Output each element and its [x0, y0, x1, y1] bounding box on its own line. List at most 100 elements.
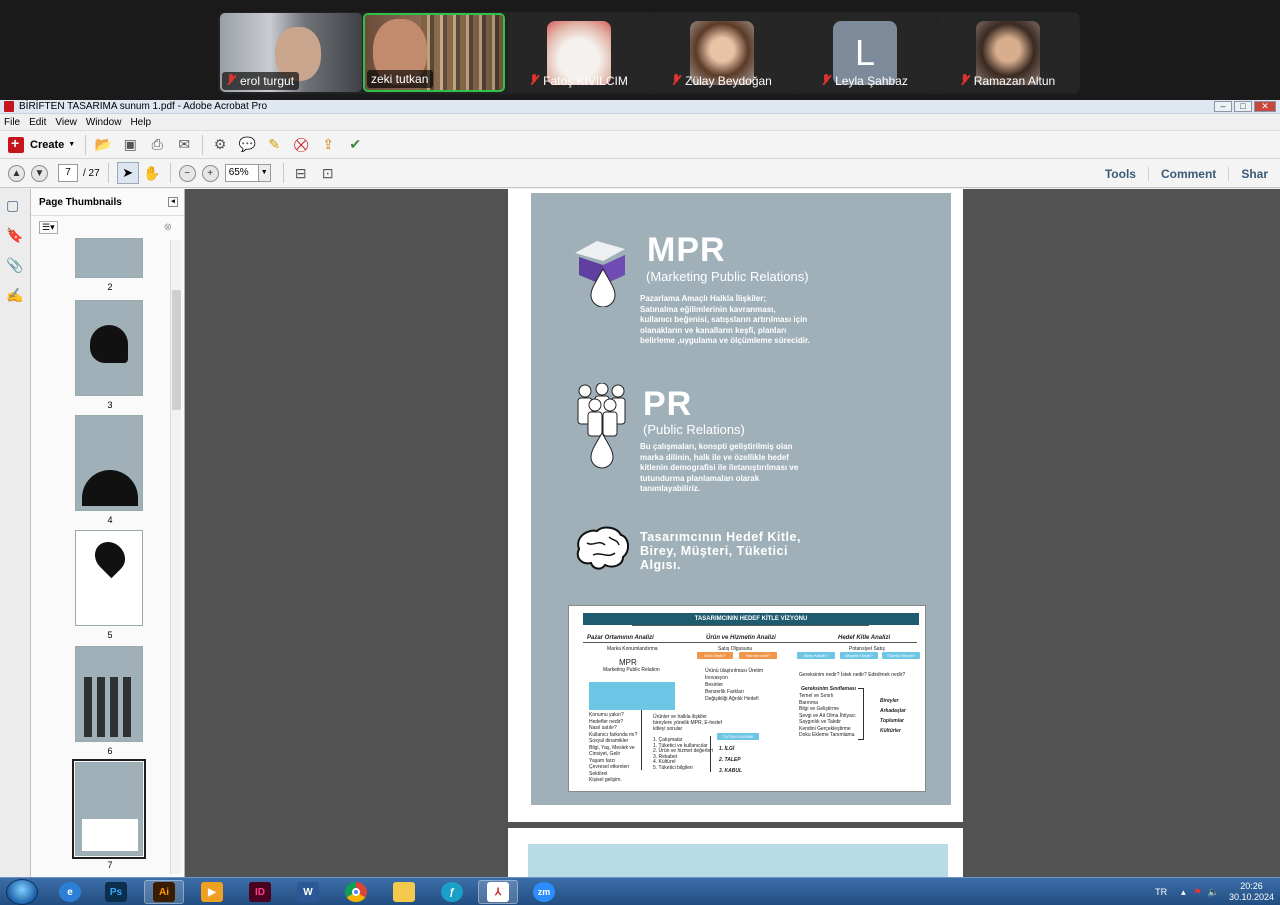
participant-tile[interactable]: Ramazan Altun [937, 13, 1079, 92]
participant-tile[interactable]: erol turgut [220, 13, 362, 92]
attachments-icon[interactable]: 📎 [6, 257, 24, 275]
participant-strip: erol turgut zeki tutkan Fatoş KIVILCIM Z… [218, 12, 1080, 94]
taskbar-zoom[interactable]: zm [524, 880, 564, 904]
menu-edit[interactable]: Edit [29, 117, 46, 128]
scrollbar-thumb[interactable] [172, 290, 181, 410]
muted-mic-icon [960, 74, 970, 86]
slide-content: MPR (Marketing Public Relations) Pazarla… [531, 193, 951, 805]
participant-tile-active-speaker[interactable]: zeki tutkan [363, 13, 505, 92]
thumbnails-scrollbar[interactable] [170, 240, 181, 874]
thumbnail-page-2[interactable]: 2 [75, 238, 143, 292]
next-page-button[interactable]: ▼ [31, 164, 48, 182]
separator [169, 163, 171, 183]
taskbar-indesign[interactable]: ID [240, 880, 280, 904]
col-pazar: Pazar Ortamının Analizi [587, 635, 654, 641]
participant-tile[interactable]: L Leyla Şahbaz [794, 13, 936, 92]
tab-share[interactable]: Shar [1228, 166, 1280, 181]
tab-tools[interactable]: Tools [1093, 167, 1148, 181]
pdf-delete-icon[interactable]: ⛒ [292, 136, 310, 154]
volume-icon[interactable]: 🔈 [1208, 887, 1219, 898]
participant-tile[interactable]: Zülay Beydoğan [651, 13, 793, 92]
pdf-export-icon[interactable]: ⇪ [319, 136, 337, 154]
pr-title: PR [643, 385, 693, 423]
open-folder-icon[interactable]: 📂 [94, 136, 112, 154]
pdf-sign-icon[interactable]: ✔ [346, 136, 364, 154]
save-icon[interactable]: ▣ [121, 136, 139, 154]
collapse-panel-icon[interactable]: ◂ [168, 197, 178, 207]
diagram-graphic [82, 819, 138, 851]
taskbar-ie[interactable]: e [50, 880, 90, 904]
highlight-icon[interactable]: ✎ [265, 136, 283, 154]
create-button[interactable]: Create ▼ [8, 135, 75, 153]
document-view[interactable]: MPR (Marketing Public Relations) Pazarla… [185, 189, 1280, 877]
mpr-title: MPR [647, 231, 726, 269]
thumbnail-page-3[interactable]: 3 [75, 300, 143, 410]
previous-page-button[interactable]: ▲ [8, 164, 25, 182]
taskbar-chrome[interactable] [336, 880, 376, 904]
signatures-icon[interactable]: ✍ [6, 287, 24, 305]
gear-icon[interactable]: ⚙ [211, 136, 229, 154]
select-tool-icon[interactable]: ➤ [116, 162, 139, 184]
menu-view[interactable]: View [55, 117, 77, 128]
zoom-level-input[interactable]: 65% [224, 164, 259, 182]
people-drop-icon [577, 383, 626, 469]
col-hedef: Hedef Kitle Analizi [838, 635, 891, 641]
thumbnail-page-5[interactable]: 5 [75, 530, 143, 640]
close-icon[interactable]: ⊗ [164, 222, 172, 233]
taskbar-app[interactable]: ƒ [432, 880, 472, 904]
muted-mic-icon [226, 74, 236, 86]
zoom-dropdown-button[interactable]: ▼ [258, 164, 271, 182]
taskbar-media-player[interactable]: ▶ [192, 880, 232, 904]
zoom-gallery-bar: erol turgut zeki tutkan Fatoş KIVILCIM Z… [0, 0, 1280, 100]
participant-name: Zülay Beydoğan [667, 72, 777, 90]
chrome-icon [345, 882, 367, 902]
window-controls: – □ ✕ [1214, 101, 1276, 112]
thumbnail-page-4[interactable]: 4 [75, 415, 143, 525]
pr-subtitle: (Public Relations) [643, 422, 745, 437]
fit-width-icon[interactable]: ⊡ [319, 164, 337, 182]
diagram-header: TASARIMCININ HEDEF KİTLE VİZYONU [583, 613, 919, 625]
email-icon[interactable]: ✉ [175, 136, 193, 154]
brain-icon [576, 526, 629, 570]
menu-file[interactable]: File [4, 117, 20, 128]
maximize-button[interactable]: □ [1234, 101, 1252, 112]
minimize-button[interactable]: – [1214, 101, 1232, 112]
pdf-page-8 [508, 828, 963, 877]
mid-heading: Ürünler ve halkla ilişkiler bireylere yö… [653, 714, 722, 732]
zoom-icon: zm [533, 882, 555, 902]
chip-urun: Ürün Nedir? [697, 652, 733, 659]
language-indicator[interactable]: TR [1155, 887, 1167, 897]
menu-window[interactable]: Window [86, 117, 122, 128]
taskbar-photoshop[interactable]: Ps [96, 880, 136, 904]
print-icon[interactable]: ⎙ [148, 136, 166, 154]
menu-help[interactable]: Help [130, 117, 151, 128]
taskbar-explorer[interactable] [384, 880, 424, 904]
bookmarks-icon[interactable]: 🔖 [6, 227, 24, 245]
zoom-out-button[interactable]: − [178, 164, 196, 182]
fit-page-icon[interactable]: ⊟ [292, 164, 310, 182]
zoom-in-button[interactable]: + [201, 164, 219, 182]
close-button[interactable]: ✕ [1254, 101, 1276, 112]
pr-description: Bu çalışmaları, konspti geliştirilmiş ol… [640, 442, 799, 493]
comment-icon[interactable]: 💬 [238, 136, 256, 154]
taskbar-illustrator[interactable]: Ai [144, 880, 184, 904]
tab-comment[interactable]: Comment [1147, 166, 1228, 181]
options-menu-icon[interactable]: ☰▾ [39, 220, 58, 234]
start-button[interactable] [6, 879, 38, 905]
pazar-list: Konumu yakın? Hedefler nedir? Nasıl satı… [589, 712, 638, 783]
clock[interactable]: 20:26 30.10.2024 [1229, 881, 1274, 903]
participant-name: Fatoş KIVILCIM [525, 72, 633, 90]
chrome-center [352, 888, 360, 896]
taskbar-acrobat[interactable]: ⅄ [478, 880, 518, 904]
hand-tool-icon[interactable]: ✋ [143, 164, 161, 182]
page-thumbnails-icon[interactable]: ▢ [6, 197, 24, 215]
taskbar-word[interactable]: W [288, 880, 328, 904]
network-icon[interactable]: ⚑ [1194, 887, 1202, 898]
page-total: / 27 [83, 167, 100, 179]
show-hidden-icons-icon[interactable]: ▴ [1181, 887, 1186, 898]
thumbnail-page-6[interactable]: 6 [75, 646, 143, 756]
page-number-input[interactable]: 7 [58, 164, 78, 182]
participant-tile[interactable]: Fatoş KIVILCIM [508, 13, 650, 92]
thumbnail-page-7[interactable]: 7 [72, 759, 146, 870]
page-8-preview [528, 844, 948, 877]
